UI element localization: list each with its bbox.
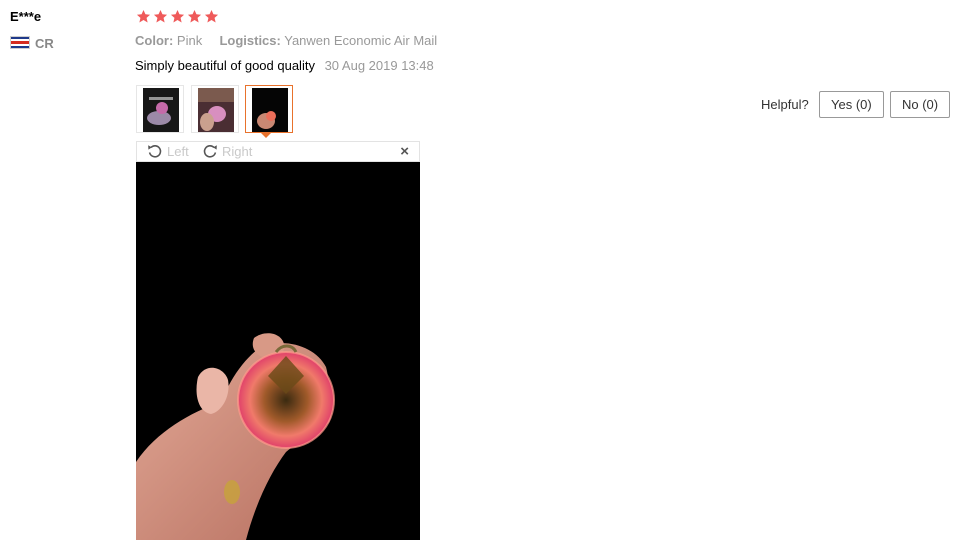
logistics-value: Yanwen Economic Air Mail	[284, 33, 438, 48]
star-rating	[136, 9, 219, 24]
logistics-label: Logistics:	[219, 33, 281, 48]
rotate-right-control[interactable]: Right	[202, 143, 252, 159]
costa-rica-flag-icon	[10, 36, 30, 49]
star-icon	[153, 9, 168, 23]
photo-viewer-toolbar: Left Right ×	[136, 141, 420, 162]
star-icon	[204, 9, 219, 23]
review-photo-thumbnail-3[interactable]	[245, 85, 293, 133]
star-icon	[170, 9, 185, 23]
review-date: 30 Aug 2019 13:48	[324, 58, 434, 73]
rotate-right-icon	[203, 145, 217, 158]
review-attributes: Color: Pink Logistics: Yanwen Economic A…	[135, 33, 437, 48]
helpful-label: Helpful?	[761, 97, 809, 112]
review-photo-enlarged	[136, 162, 420, 540]
review-content: Simply beautiful of good quality 30 Aug …	[135, 58, 434, 73]
review-photo-image	[136, 162, 420, 540]
helpful-no-button[interactable]: No (0)	[890, 91, 951, 118]
photo-thumbnail-image	[143, 88, 179, 132]
star-icon	[187, 9, 202, 23]
reviewer-name: E***e	[10, 9, 42, 24]
photo-thumbnail-image	[198, 88, 234, 132]
close-icon[interactable]: ×	[400, 143, 409, 160]
photo-thumbnail-image	[252, 88, 288, 132]
star-icon	[136, 9, 151, 23]
color-value: Pink	[176, 33, 203, 48]
color-label: Color:	[135, 33, 174, 48]
rotate-left-label: Left	[167, 143, 189, 159]
rotate-left-control[interactable]: Left	[147, 143, 189, 159]
rotate-left-icon	[148, 145, 162, 158]
review-photo-thumbnail-1[interactable]	[136, 85, 184, 133]
selected-thumbnail-caret	[260, 132, 272, 138]
review-text: Simply beautiful of good quality	[135, 58, 315, 73]
rotate-right-label: Right	[222, 143, 253, 159]
reviewer-country: CR	[35, 36, 54, 51]
helpful-yes-button[interactable]: Yes (0)	[819, 91, 884, 118]
review-photo-thumbnail-2[interactable]	[191, 85, 239, 133]
